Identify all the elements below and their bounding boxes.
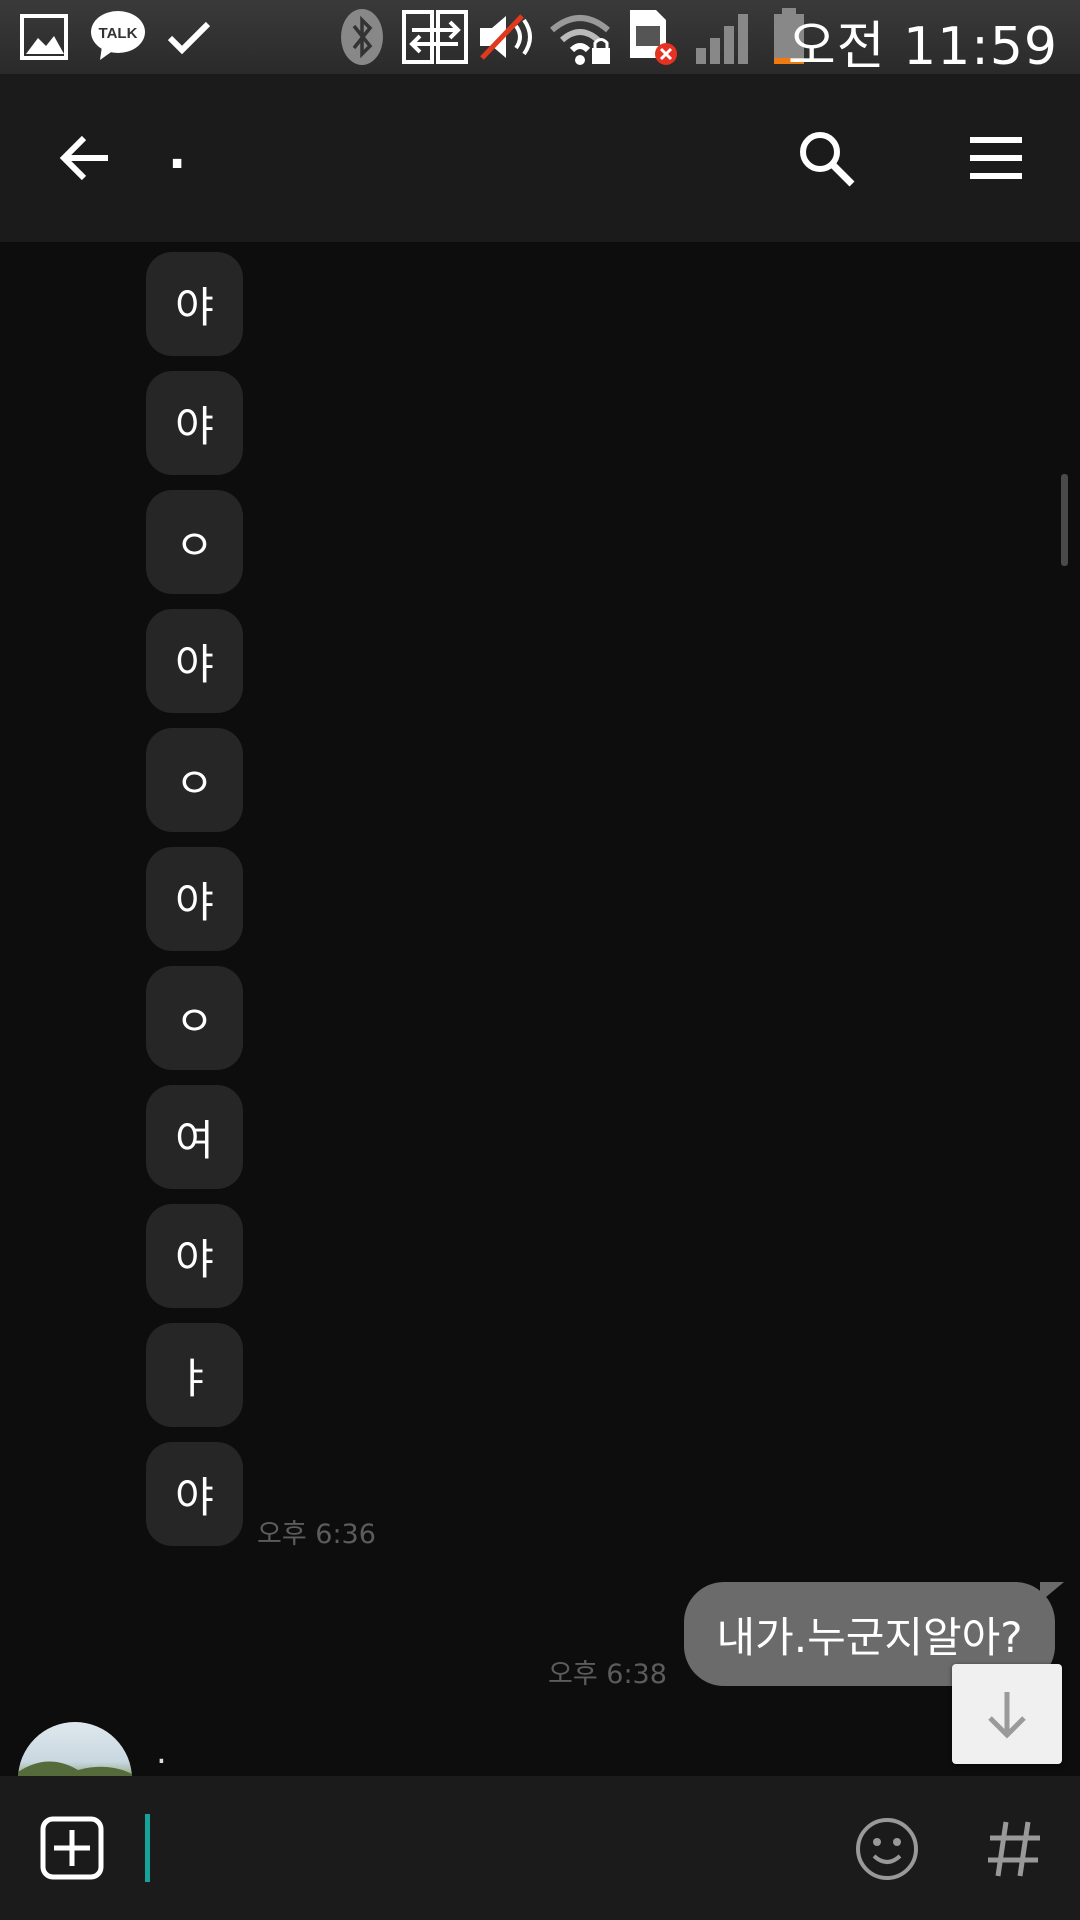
mute-icon [480,14,532,60]
incoming-message[interactable]: 야 [146,847,243,951]
incoming-message[interactable]: 야 [146,1442,243,1546]
status-bar: TALK 오전 11:59 [0,0,1080,77]
emoji-icon[interactable] [854,1816,920,1882]
incoming-message[interactable]: 여 [146,1085,243,1189]
text-cursor [145,1814,150,1882]
incoming-message[interactable]: ㅇ [146,966,243,1070]
signal-icon [696,14,748,64]
message-text: 야 [175,282,214,332]
chat-title: . [168,124,187,180]
incoming-message[interactable]: 야 [146,252,243,356]
data-transfer-icon [402,10,468,64]
incoming-message[interactable]: 야 [146,1204,243,1308]
incoming-message[interactable]: 야 [146,371,243,475]
message-text: ㅇ [175,520,214,570]
message-text: ㅇ [175,996,214,1046]
scroll-to-bottom-button[interactable] [952,1664,1062,1764]
clock: 오전 11:59 [787,17,1058,77]
message-text: 야 [175,639,214,689]
scrollbar[interactable] [1061,474,1068,566]
hashtag-icon[interactable] [984,1818,1044,1880]
incoming-message[interactable]: ㅇ [146,728,243,832]
avatar[interactable] [18,1722,132,1776]
message-text: ㅑ [175,1353,214,1403]
arrow-down-icon [988,1692,1026,1739]
incoming-message[interactable]: ㅇ [146,490,243,594]
message-text: 야 [175,877,214,927]
message-text: ㅇ [175,758,214,808]
incoming-message[interactable]: 야 [146,609,243,713]
message-timestamp: 오후 6:36 [257,1519,376,1550]
sender-name: . [156,1732,167,1772]
bluetooth-icon [341,9,383,65]
back-arrow-icon[interactable] [56,128,116,188]
add-icon[interactable] [40,1816,104,1880]
kakaotalk-icon: TALK [91,11,145,60]
incoming-message[interactable]: ㅑ [146,1323,243,1427]
gallery-icon [20,14,68,60]
message-text: 야 [175,401,214,451]
check-icon [167,21,211,55]
sim-error-icon [630,10,677,65]
message-input[interactable] [144,1806,828,1892]
chat-header: . [0,74,1080,242]
message-text: 야 [175,1472,214,1522]
message-list[interactable]: 야 야 ㅇ 야 ㅇ 야 ㅇ 여 야 ㅑ 야 오후 6:36 내가.누군지알아? … [0,242,1080,1776]
avatar-photo [18,1761,132,1776]
svg-text:TALK: TALK [99,25,138,42]
menu-icon[interactable] [966,128,1026,188]
message-text: 내가.누군지알아? [716,1612,1023,1662]
message-timestamp: 오후 6:38 [548,1659,667,1690]
search-icon[interactable] [796,128,856,188]
wifi-lock-icon [550,15,610,65]
message-text: 야 [175,1234,214,1284]
message-text: 여 [175,1115,214,1165]
